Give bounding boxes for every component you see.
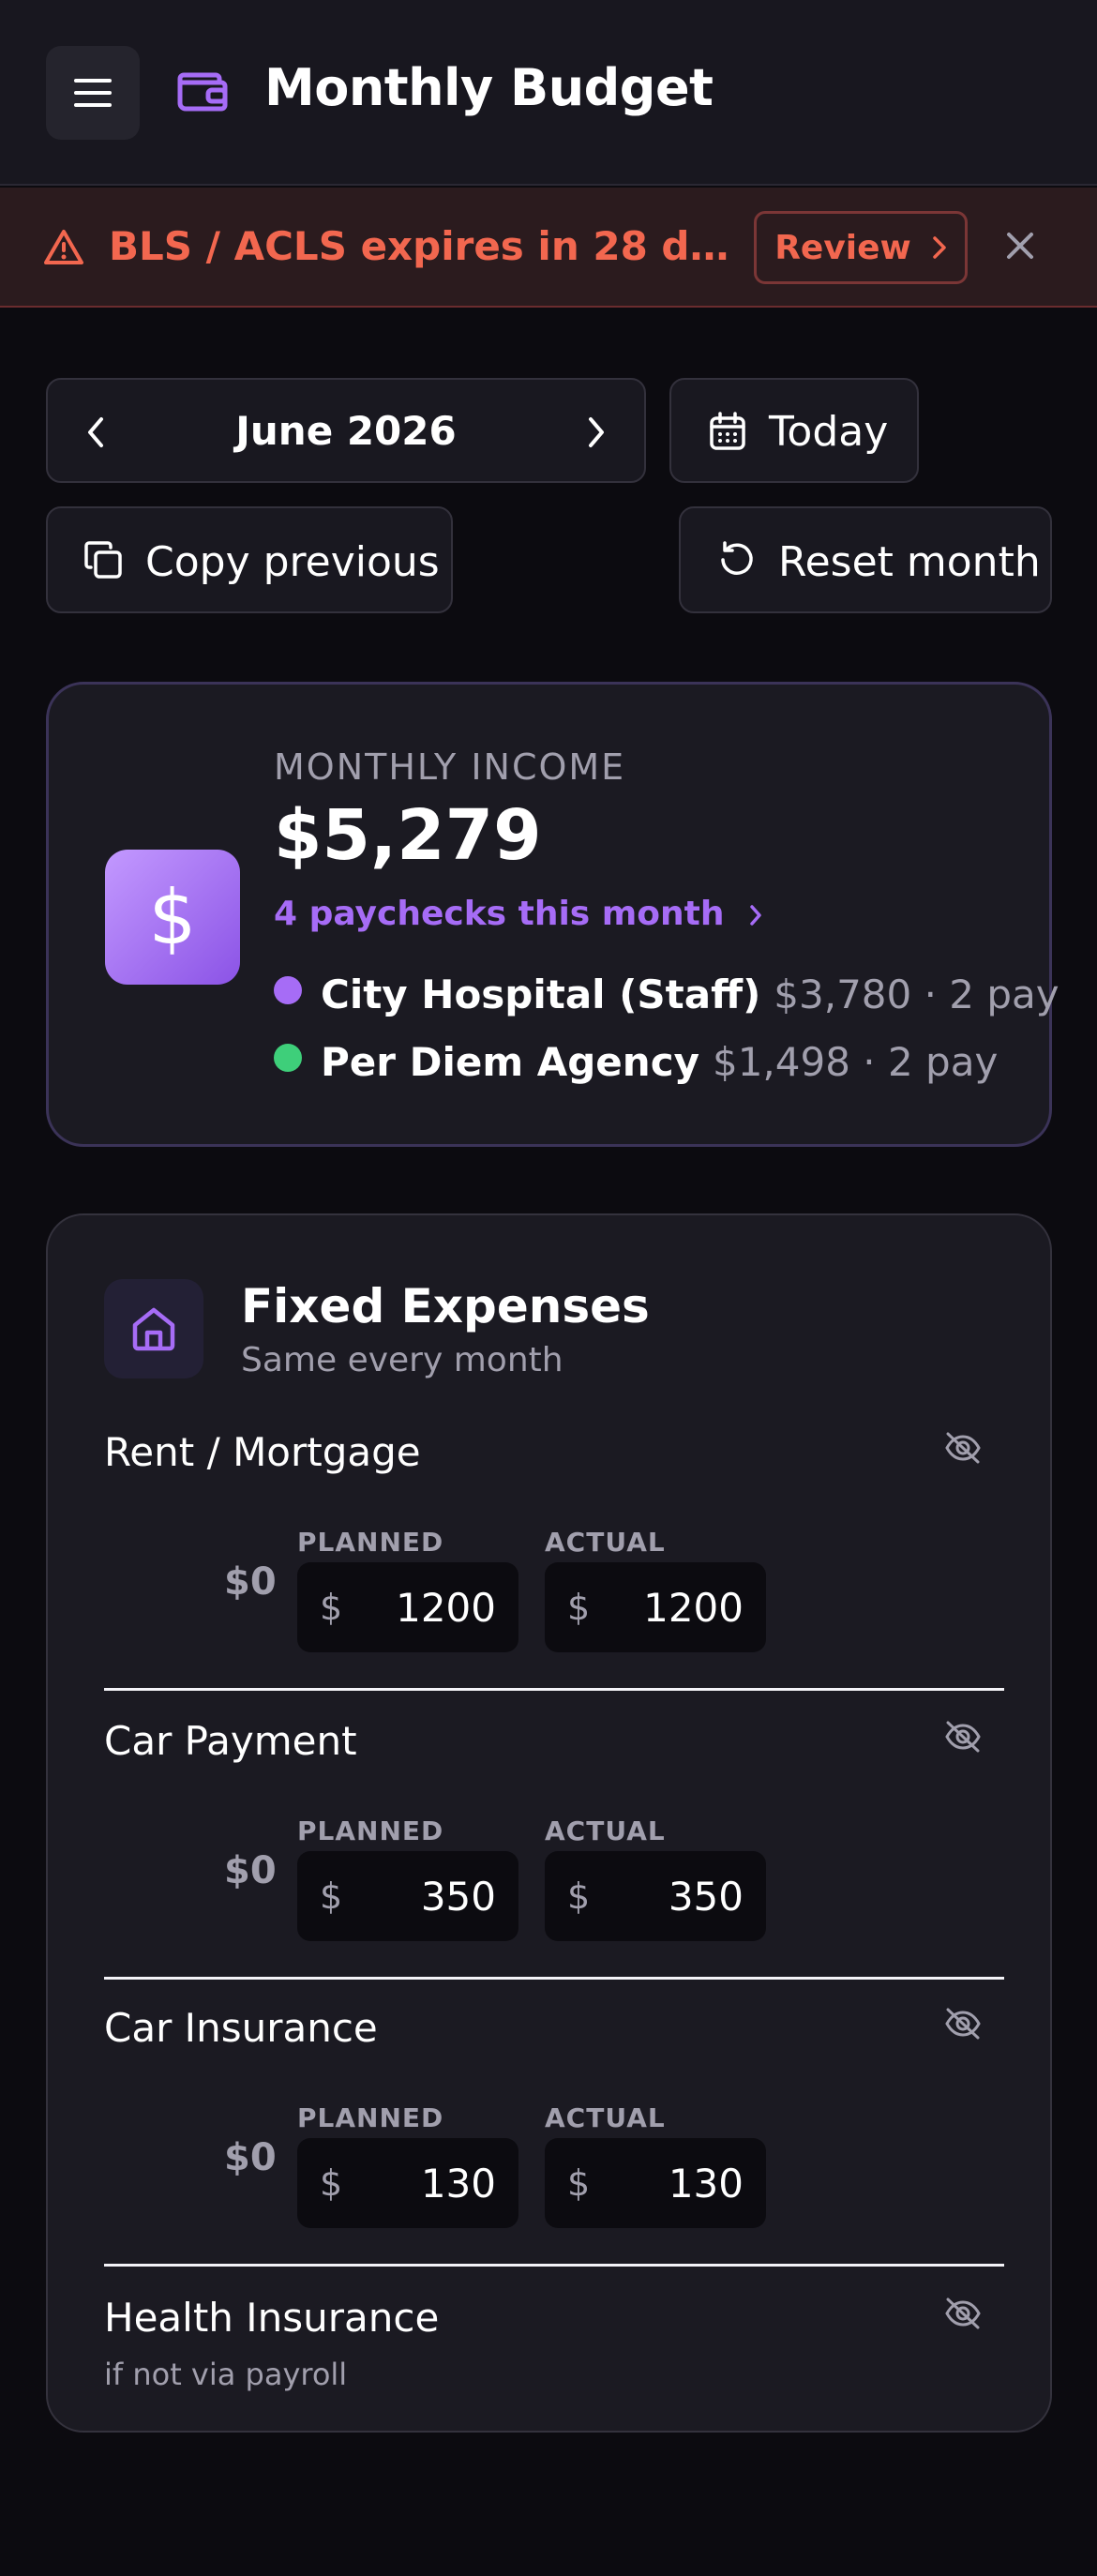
- close-icon[interactable]: [1003, 229, 1037, 263]
- planned-label: PLANNED: [297, 1527, 444, 1558]
- currency-symbol: $: [320, 2162, 343, 2204]
- expense-note: if not via payroll: [104, 2357, 348, 2392]
- section-title: Fixed Expenses: [241, 1279, 650, 1333]
- source-color-dot: [274, 1044, 302, 1072]
- monthly-income-card: $ MONTHLY INCOME $5,279 4 paychecks this…: [46, 682, 1059, 1147]
- expense-row: Rent / Mortgage $0 PLANNED ACTUAL $ 1200…: [104, 1422, 1004, 1710]
- page-title: Monthly Budget: [264, 58, 714, 117]
- today-label: Today: [769, 408, 889, 456]
- dollar-icon: $: [105, 850, 240, 985]
- copy-icon: [84, 541, 122, 579]
- copy-previous-button[interactable]: Copy previous: [46, 506, 453, 613]
- actual-input[interactable]: $ 350: [545, 1851, 766, 1941]
- eye-off-icon[interactable]: [944, 2007, 982, 2041]
- home-icon: [104, 1279, 203, 1378]
- expense-row: Health Insurance if not via payroll: [104, 2287, 993, 2576]
- section-subtitle: Same every month: [241, 1341, 564, 1379]
- eye-off-icon[interactable]: [944, 1720, 982, 1754]
- calendar-icon: [710, 412, 745, 450]
- source-name: City Hospital (Staff): [321, 972, 761, 1017]
- warning-icon: [44, 230, 83, 264]
- expense-difference: $0: [224, 1849, 277, 1892]
- month-selector: June 2026: [46, 378, 646, 483]
- planned-input[interactable]: $ 1200: [297, 1562, 518, 1652]
- divider: [104, 1688, 1004, 1691]
- currency-symbol: $: [320, 1876, 343, 1917]
- chevron-right-icon: [933, 236, 946, 259]
- expense-difference: $0: [224, 1560, 277, 1604]
- planned-value: 1200: [396, 1585, 496, 1631]
- chevron-right-icon: [750, 905, 761, 926]
- currency-symbol: $: [567, 1876, 591, 1917]
- app-header: Monthly Budget: [0, 0, 1097, 186]
- divider: [104, 2264, 1004, 2267]
- planned-label: PLANNED: [297, 1815, 444, 1846]
- review-button[interactable]: Review: [754, 211, 968, 284]
- expense-name: Rent / Mortgage: [104, 1429, 421, 1475]
- alert-message: BLS / ACLS expires in 28 days (J…: [109, 223, 737, 269]
- fixed-expenses-card: Fixed Expenses Same every month Rent / M…: [46, 1213, 1052, 2433]
- income-source: City Hospital (Staff) $3,780 · 2 pay: [274, 972, 1059, 1017]
- actual-input[interactable]: $ 130: [545, 2138, 766, 2228]
- expense-name: Health Insurance: [104, 2295, 440, 2341]
- source-detail: $1,498 · 2 pay: [712, 1039, 999, 1085]
- actual-label: ACTUAL: [545, 2102, 666, 2133]
- planned-input[interactable]: $ 350: [297, 1851, 518, 1941]
- income-source: Per Diem Agency $1,498 · 2 pay: [274, 1039, 998, 1085]
- paychecks-link-label: 4 paychecks this month: [274, 895, 725, 933]
- divider: [104, 1977, 1004, 1980]
- reset-month-label: Reset month: [778, 538, 1041, 586]
- currency-symbol: $: [567, 2162, 591, 2204]
- certification-alert-banner: BLS / ACLS expires in 28 days (J… Review: [0, 188, 1097, 308]
- actual-value: 130: [668, 2161, 744, 2207]
- planned-label: PLANNED: [297, 2102, 444, 2133]
- actual-input[interactable]: $ 1200: [545, 1562, 766, 1652]
- currency-symbol: $: [567, 1587, 591, 1628]
- expense-name: Car Insurance: [104, 2005, 378, 2051]
- planned-input[interactable]: $ 130: [297, 2138, 518, 2228]
- paychecks-link[interactable]: 4 paychecks this month: [274, 895, 762, 933]
- planned-value: 350: [420, 1874, 496, 1920]
- review-label: Review: [774, 228, 911, 267]
- today-button[interactable]: Today: [669, 378, 919, 483]
- income-label: MONTHLY INCOME: [274, 746, 626, 788]
- wallet-icon: [177, 72, 228, 112]
- eye-off-icon[interactable]: [944, 2297, 982, 2330]
- currency-symbol: $: [320, 1587, 343, 1628]
- next-month-icon[interactable]: [586, 415, 607, 449]
- expense-difference: $0: [224, 2136, 277, 2179]
- actual-label: ACTUAL: [545, 1527, 666, 1558]
- reset-icon: [721, 541, 753, 575]
- source-name: Per Diem Agency: [321, 1039, 699, 1085]
- actual-label: ACTUAL: [545, 1815, 666, 1846]
- menu-button[interactable]: [46, 46, 140, 140]
- reset-month-button[interactable]: Reset month: [679, 506, 1052, 613]
- expense-name: Car Payment: [104, 1718, 357, 1764]
- planned-value: 130: [420, 2161, 496, 2207]
- source-detail: $3,780 · 2 pay: [774, 972, 1059, 1017]
- menu-icon: [74, 79, 112, 107]
- expense-row: Car Payment $0 PLANNED ACTUAL $ 350 $ 35…: [104, 1710, 1004, 1999]
- income-amount: $5,279: [274, 795, 542, 876]
- copy-previous-label: Copy previous: [145, 538, 440, 586]
- eye-off-icon[interactable]: [944, 1431, 982, 1465]
- expense-row: Car Insurance $0 PLANNED ACTUAL $ 130 $ …: [104, 1997, 1004, 2286]
- current-month: June 2026: [235, 408, 457, 454]
- source-color-dot: [274, 976, 302, 1004]
- actual-value: 350: [668, 1874, 744, 1920]
- actual-value: 1200: [643, 1585, 744, 1631]
